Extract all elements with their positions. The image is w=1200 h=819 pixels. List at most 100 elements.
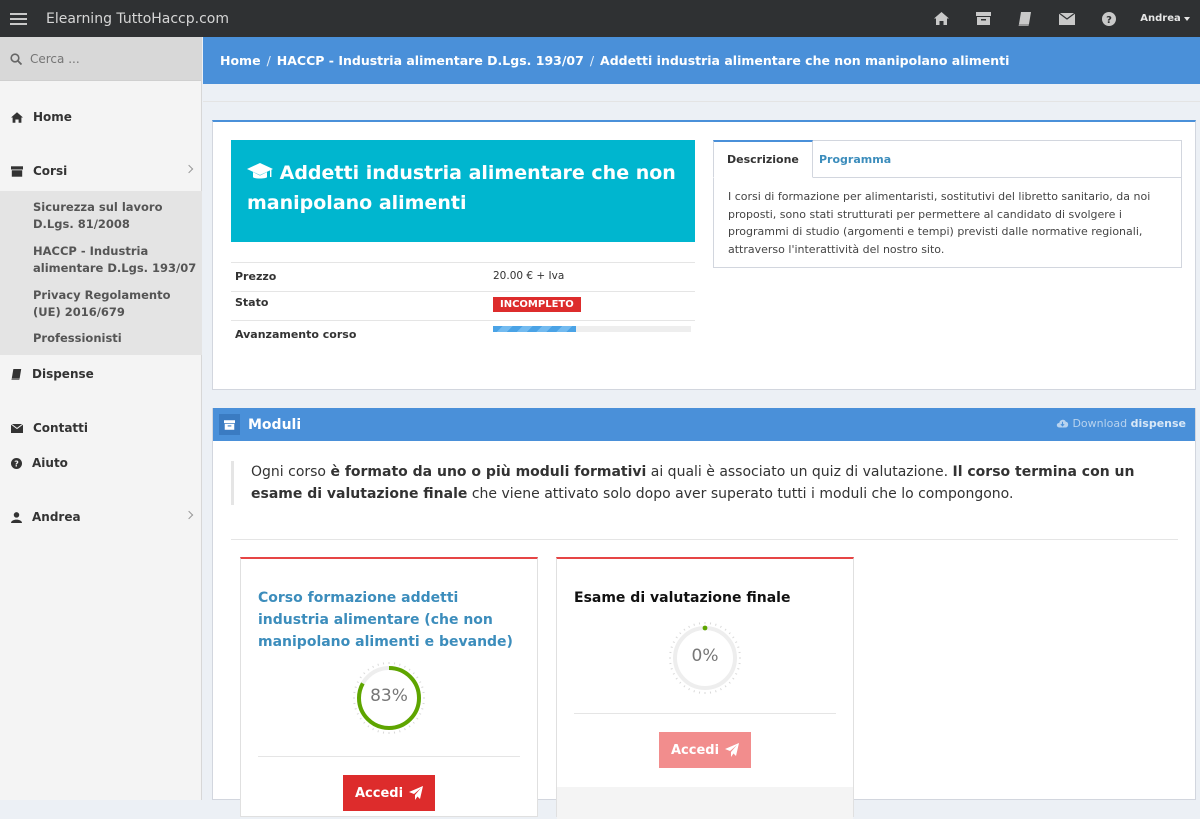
modules-panel: Moduli Download dispense Ogni corso è fo… <box>212 408 1196 800</box>
ring-tick <box>368 726 369 728</box>
breadcrumb: Home / HACCP - Industria alimentare D.Lg… <box>203 37 1200 84</box>
ring-tick <box>373 728 374 730</box>
sidebar: Home Corsi Sicurezza sul lavoro D.Lgs. 8… <box>0 37 202 800</box>
ring-tick <box>419 682 421 683</box>
user-menu[interactable]: Andrea <box>1130 13 1200 24</box>
breadcrumb-home[interactable]: Home <box>220 53 261 68</box>
sidebar-item-home[interactable]: Home <box>0 104 202 130</box>
ring-tick <box>360 718 362 719</box>
submenu-item-haccp[interactable]: HACCP - Industria alimentare D.Lgs. 193/… <box>33 243 198 277</box>
table-row: Stato INCOMPLETO <box>231 291 695 320</box>
caret-down-icon <box>1184 17 1190 21</box>
ring-tick <box>364 673 365 674</box>
accedi-button[interactable]: Accedi <box>343 775 435 811</box>
ring-tick <box>733 678 735 679</box>
ring-tick <box>735 642 737 643</box>
ring-tick <box>737 669 739 670</box>
divider <box>574 713 836 714</box>
home-icon[interactable] <box>920 0 962 37</box>
modules-header: Moduli <box>213 408 1195 441</box>
menu-toggle-icon[interactable] <box>0 0 36 37</box>
ring-tick <box>671 669 673 670</box>
progress-fill <box>493 326 576 332</box>
ring-tick <box>729 633 730 634</box>
ring-tick <box>421 709 423 710</box>
ring-tick <box>725 629 726 631</box>
sidebar-item-label: Home <box>33 110 72 124</box>
intro-text: ai quali è associato un quiz di valutazi… <box>646 464 952 480</box>
divider <box>258 756 520 757</box>
download-dispense-link[interactable]: Download dispense <box>1056 417 1186 430</box>
envelope-icon <box>11 424 23 433</box>
tab-description-text: I corsi di formazione per alimentaristi,… <box>714 178 1181 268</box>
download-label-bold: dispense <box>1131 417 1186 430</box>
sidebar-item-contatti[interactable]: Contatti <box>0 415 202 441</box>
sidebar-item-andrea[interactable]: Andrea <box>0 504 202 530</box>
progress-ring: 0% <box>668 621 742 695</box>
ring-tick <box>680 682 681 683</box>
accedi-button[interactable]: Accedi <box>659 732 751 768</box>
archive-icon <box>11 166 23 177</box>
ring-tick <box>417 677 419 678</box>
home-icon <box>11 112 23 123</box>
search-input[interactable] <box>30 52 180 66</box>
ring-tick <box>413 673 414 674</box>
table-row: Prezzo 20.00 € + Iva <box>231 262 695 291</box>
ring-tick <box>680 633 681 634</box>
module-percent: 83% <box>352 686 426 706</box>
submenu-item-privacy[interactable]: Privacy Regolamento (UE) 2016/679 <box>33 287 198 321</box>
ring-tick <box>409 726 410 728</box>
ring-tick <box>404 666 405 668</box>
price-label: Prezzo <box>235 270 276 283</box>
archive-icon <box>219 414 240 435</box>
ring-tick <box>689 688 690 690</box>
chevron-right-icon <box>185 165 193 173</box>
book-icon[interactable] <box>1004 0 1046 37</box>
course-panel: Addetti industria alimentare che non man… <box>212 120 1196 390</box>
ring-tick <box>360 677 362 678</box>
modules-intro: Ogni corso è formato da uno o più moduli… <box>231 461 1171 505</box>
sidebar-item-label: Contatti <box>33 421 88 435</box>
course-progress-bar <box>493 326 691 332</box>
intro-bold: è formato da uno o più moduli formativi <box>330 464 646 480</box>
price-value: 20.00 € + Iva <box>493 270 564 282</box>
ring-tick <box>357 713 359 714</box>
user-icon <box>11 512 22 523</box>
ring-tick <box>720 688 721 690</box>
course-title-box: Addetti industria alimentare che non man… <box>231 140 695 242</box>
chevron-right-icon <box>185 511 193 519</box>
course-tabs: Descrizione Programma I corsi di formazi… <box>713 140 1182 268</box>
ring-tick <box>733 637 735 638</box>
sidebar-item-corsi[interactable]: Corsi <box>0 158 202 184</box>
user-name: Andrea <box>1140 13 1180 24</box>
ring-tick <box>378 730 379 732</box>
sidebar-item-dispense[interactable]: Dispense <box>0 361 202 387</box>
sidebar-item-label: Corsi <box>33 164 67 178</box>
sidebar-item-aiuto[interactable]: ? Aiuto <box>0 450 202 476</box>
course-title: Addetti industria alimentare che non man… <box>247 162 676 214</box>
ring-tick <box>725 686 726 688</box>
question-icon: ? <box>11 458 22 469</box>
ring-tick <box>364 722 365 723</box>
archive-icon[interactable] <box>962 0 1004 37</box>
app-title[interactable]: Elearning TuttoHaccp.com <box>46 11 229 27</box>
envelope-icon[interactable] <box>1046 0 1088 37</box>
ring-tick <box>404 728 405 730</box>
submenu-item-professionisti[interactable]: Professionisti <box>33 330 198 347</box>
breadcrumb-separator: / <box>590 53 594 68</box>
ring-tick <box>417 718 419 719</box>
download-label: Download <box>1072 417 1127 430</box>
question-icon[interactable]: ? <box>1088 0 1130 37</box>
ring-tick <box>735 673 737 674</box>
ring-tick <box>676 637 678 638</box>
modules-title: Moduli <box>248 417 301 433</box>
divider <box>203 101 1200 102</box>
svg-text:?: ? <box>1106 15 1112 26</box>
breadcrumb-separator: / <box>267 53 271 68</box>
tab-descrizione[interactable]: Descrizione <box>713 140 813 178</box>
breadcrumb-section[interactable]: HACCP - Industria alimentare D.Lgs. 193/… <box>277 53 584 68</box>
module-title-link[interactable]: Corso formazione addetti industria alime… <box>258 587 523 653</box>
ring-tick <box>368 669 369 671</box>
submenu-item-sicurezza[interactable]: Sicurezza sul lavoro D.Lgs. 81/2008 <box>33 199 198 233</box>
tab-programma[interactable]: Programma <box>806 140 904 178</box>
